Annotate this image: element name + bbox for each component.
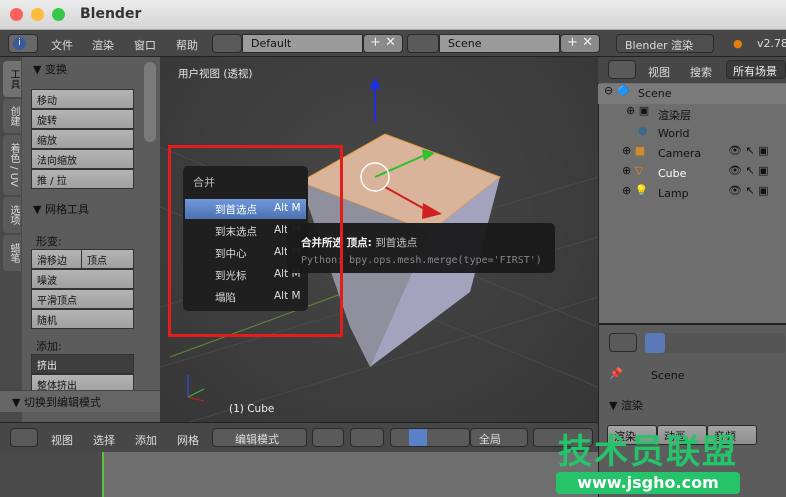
menu-file[interactable]: 文件: [51, 37, 73, 53]
outliner-menu-search[interactable]: 搜索: [690, 64, 712, 80]
plus-icon[interactable]: +: [567, 35, 578, 50]
outliner-row-scene[interactable]: ⊖ 🔷 Scene: [598, 84, 786, 104]
menu-window[interactable]: 窗口: [134, 37, 156, 53]
outliner-row-world[interactable]: ● World: [598, 124, 786, 144]
mini-axis-y: [187, 388, 205, 398]
panel-mesh-tools-header[interactable]: ▼ 网格工具: [33, 201, 89, 217]
properties-scene-label: Scene: [651, 369, 685, 382]
panel-title: 变换: [44, 63, 67, 76]
close-window-button[interactable]: [10, 8, 23, 21]
visibility-icons[interactable]: 👁 ↖ ▣: [728, 164, 769, 177]
scene-icon[interactable]: [407, 34, 439, 53]
outliner-row-lamp[interactable]: ⊕ 💡 Lamp 👁 ↖ ▣: [598, 184, 786, 204]
panel-toggle-edit-header[interactable]: ▼ 切换到编辑模式: [0, 390, 160, 412]
tab-grease-pencil[interactable]: 蜡笔: [3, 235, 21, 271]
render-engine-select[interactable]: Blender 渲染: [616, 34, 714, 53]
outliner-menu-view[interactable]: 视图: [648, 64, 670, 80]
manipulator-toggles[interactable]: [390, 428, 470, 447]
edge-slide-button[interactable]: 滑移边: [31, 249, 82, 269]
blender-logo-icon: ●: [733, 37, 743, 50]
randomize-button[interactable]: 随机: [31, 309, 134, 329]
rotate-button[interactable]: 旋转: [31, 109, 134, 129]
viewport-label: 用户视图 (透视): [178, 68, 253, 80]
outliner-row-renderlayers[interactable]: ⊕ ▣ 渲染层: [598, 104, 786, 124]
minimize-window-button[interactable]: [31, 8, 44, 21]
tab-tools[interactable]: 工具: [3, 61, 21, 97]
visibility-icons[interactable]: 👁 ↖ ▣: [728, 184, 769, 197]
timeline[interactable]: [0, 452, 598, 497]
tooltip-value: 到首选点: [375, 237, 418, 249]
properties-context-tabs[interactable]: [645, 333, 785, 353]
mini-axis-x: [187, 396, 205, 402]
menu-add[interactable]: 添加: [135, 432, 157, 448]
render-context-tab[interactable]: [645, 333, 665, 353]
window-title: Blender: [80, 6, 142, 22]
shelf-tabs: 工具 创建 着色 / UV 选项 蜡笔: [0, 57, 22, 422]
smooth-vertex-button[interactable]: 平滑顶点: [31, 289, 134, 309]
shelf-scrollbar[interactable]: [144, 62, 156, 142]
menu-mesh[interactable]: 网格: [177, 432, 199, 448]
tab-create[interactable]: 创建: [3, 99, 21, 133]
properties-editor-type[interactable]: [609, 333, 637, 352]
maximize-window-button[interactable]: [52, 8, 65, 21]
shading-select[interactable]: [312, 428, 344, 447]
x-icon[interactable]: ✕: [385, 35, 396, 50]
visibility-icons[interactable]: 👁 ↖ ▣: [728, 144, 769, 157]
watermark-name: 技术员联盟: [558, 432, 738, 472]
render-panel-header[interactable]: ▼ 渲染: [609, 397, 643, 413]
outliner-editor-type[interactable]: [608, 60, 636, 79]
add-label: 添加:: [36, 340, 62, 353]
scale-button[interactable]: 缩放: [31, 129, 134, 149]
plus-icon[interactable]: +: [370, 35, 381, 50]
pivot-select[interactable]: [350, 428, 384, 447]
pin-icon[interactable]: 📌: [609, 367, 623, 380]
vertex-slide-button[interactable]: 顶点: [81, 249, 134, 269]
outliner-filter-select[interactable]: 所有场景: [726, 60, 786, 79]
scene-add-remove[interactable]: + ✕: [560, 34, 600, 53]
highlight-box: [168, 145, 343, 337]
noise-button[interactable]: 噪波: [31, 269, 134, 289]
x-icon[interactable]: ✕: [582, 35, 593, 50]
watermark-url: www.jsgho.com: [556, 472, 740, 494]
translate-manipulator-icon[interactable]: [409, 429, 427, 446]
shrink-fatten-button[interactable]: 法向缩放: [31, 149, 134, 169]
watermark: 技术员联盟 www.jsgho.com: [556, 424, 744, 496]
menu-render[interactable]: 渲染: [92, 37, 114, 53]
panel-transform-header[interactable]: ▼ 变换: [33, 61, 67, 77]
scene-field[interactable]: Scene: [439, 34, 560, 53]
info-header: i 文件 渲染 窗口 帮助 Default + ✕ Scene + ✕ Blen…: [0, 30, 786, 57]
push-pull-button[interactable]: 推 / 拉: [31, 169, 134, 189]
outliner-header: 视图 搜索 所有场景: [598, 57, 786, 83]
outliner-row-cube[interactable]: ⊕ ▽ Cube 👁 ↖ ▣: [598, 164, 786, 184]
tab-shading-uv[interactable]: 着色 / UV: [3, 135, 21, 195]
tab-options[interactable]: 选项: [3, 197, 21, 233]
panel-title: 网格工具: [44, 203, 89, 216]
editor-type-info[interactable]: i: [8, 34, 38, 53]
panel-title: 切换到编辑模式: [23, 396, 101, 409]
orientation-select[interactable]: 全局: [470, 428, 528, 447]
info-icon: i: [13, 37, 26, 50]
menu-help[interactable]: 帮助: [176, 37, 198, 53]
layout-icon[interactable]: [212, 34, 242, 53]
layout-add-remove[interactable]: + ✕: [363, 34, 403, 53]
active-object-label: (1) Cube: [229, 403, 275, 415]
outliner-row-camera[interactable]: ⊕ ■ Camera 👁 ↖ ▣: [598, 144, 786, 164]
extrude-select[interactable]: 挤出: [31, 354, 134, 374]
menu-select[interactable]: 选择: [93, 432, 115, 448]
layout-field[interactable]: Default: [242, 34, 363, 53]
menu-view[interactable]: 视图: [51, 432, 73, 448]
version-label: v2.78: [757, 37, 786, 50]
mode-select[interactable]: 编辑模式: [212, 428, 307, 447]
render-engine-label: Blender 渲染: [625, 39, 694, 52]
editor-type-3d[interactable]: [10, 428, 38, 447]
deform-label: 形变:: [36, 235, 62, 248]
3d-view-header: 视图 选择 添加 网格 编辑模式 全局: [0, 422, 598, 452]
title-bar: Blender: [0, 0, 786, 30]
current-frame-marker[interactable]: [102, 452, 104, 497]
move-button[interactable]: 移动: [31, 89, 134, 109]
